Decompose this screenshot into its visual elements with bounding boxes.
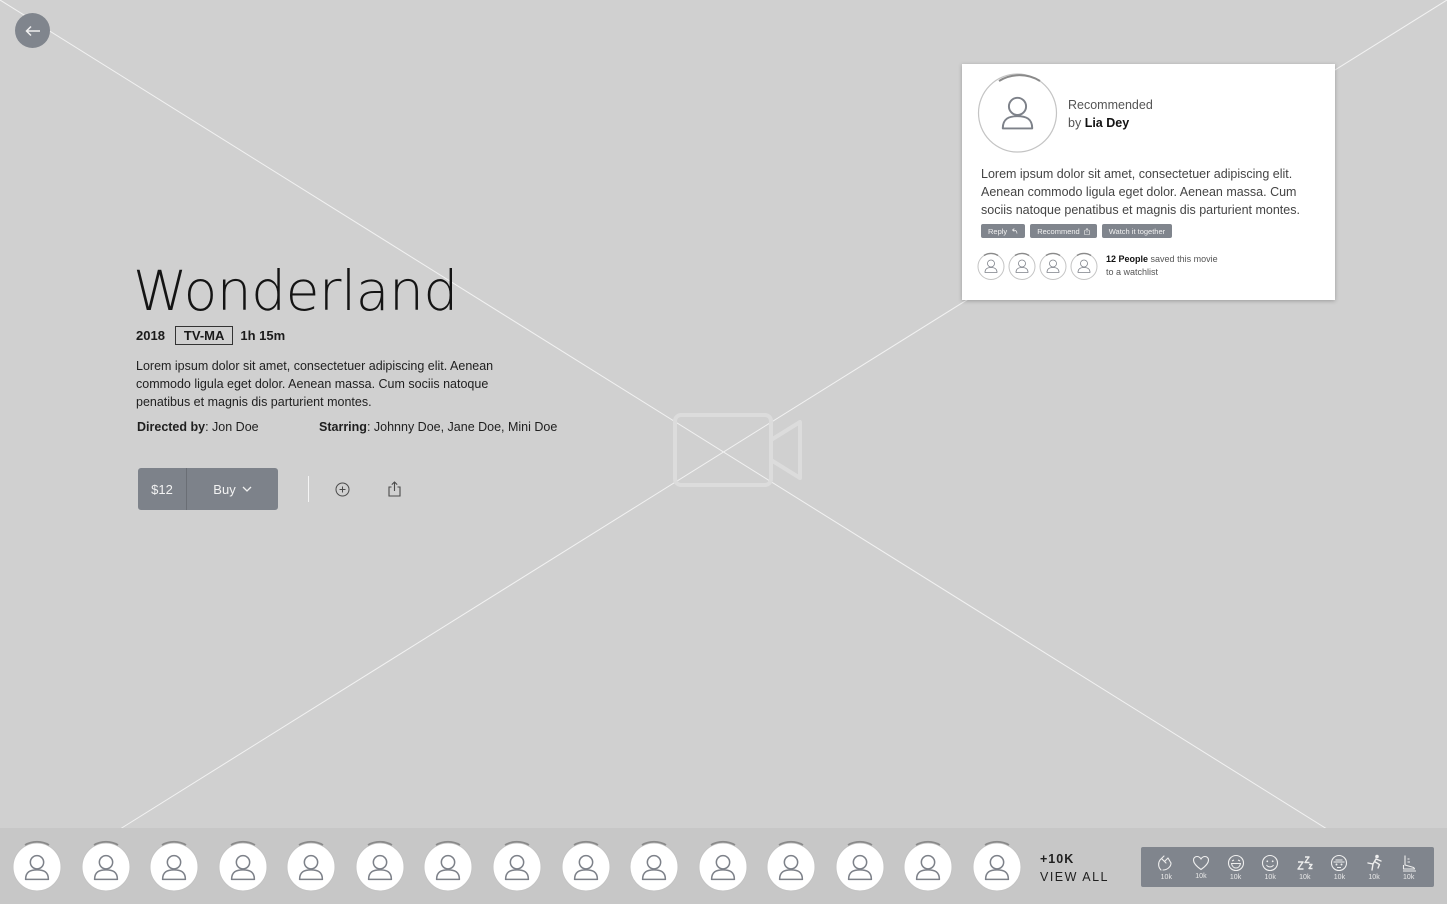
share-icon bbox=[1084, 227, 1090, 235]
friend-avatar[interactable] bbox=[629, 840, 679, 892]
monkey-icon bbox=[1331, 854, 1348, 871]
laugh-icon bbox=[1227, 854, 1244, 871]
movie-credits: Directed by: Jon Doe Starring: Johnny Do… bbox=[137, 420, 557, 434]
friend-avatar[interactable] bbox=[698, 840, 748, 892]
friend-avatar[interactable] bbox=[561, 840, 611, 892]
movie-duration: 1h 15m bbox=[240, 328, 286, 343]
saver-avatar[interactable] bbox=[977, 252, 1005, 280]
friend-avatar[interactable] bbox=[492, 840, 542, 892]
friend-avatar[interactable] bbox=[766, 840, 816, 892]
reaction-skate[interactable]: 10k bbox=[1395, 854, 1423, 881]
reaction-clap[interactable]: 10k bbox=[1152, 854, 1180, 881]
saver-avatar[interactable] bbox=[1008, 252, 1036, 280]
clap-icon bbox=[1158, 854, 1172, 871]
saver-avatar[interactable] bbox=[1070, 252, 1098, 280]
reaction-wink[interactable]: 10k bbox=[1256, 854, 1284, 881]
movie-meta: 2018 TV-MA 1h 15m bbox=[136, 326, 285, 345]
watchlist-savers: 12 People saved this movie to a watchlis… bbox=[977, 252, 1218, 280]
recommend-button[interactable]: Recommend bbox=[1030, 224, 1097, 238]
reaction-monkey[interactable]: 10k bbox=[1325, 854, 1353, 881]
heart-icon bbox=[1192, 855, 1209, 870]
buy-dropdown[interactable]: Buy bbox=[187, 468, 278, 510]
friend-avatar[interactable] bbox=[903, 840, 953, 892]
rating-badge: TV-MA bbox=[174, 326, 234, 345]
friend-avatar[interactable] bbox=[972, 840, 1022, 892]
friend-avatar[interactable] bbox=[81, 840, 131, 892]
movie-year: 2018 bbox=[136, 328, 165, 343]
action-divider bbox=[308, 476, 309, 502]
video-camera-icon bbox=[673, 413, 802, 487]
recommendation-card: Recommended by Lia Dey Lorem ipsum dolor… bbox=[962, 64, 1335, 300]
back-button[interactable] bbox=[15, 13, 50, 48]
add-to-watchlist-button[interactable] bbox=[331, 478, 353, 500]
friend-avatar[interactable] bbox=[355, 840, 405, 892]
recommender-avatar[interactable] bbox=[977, 71, 1058, 154]
arrow-left-icon bbox=[24, 25, 40, 36]
friend-avatar[interactable] bbox=[423, 840, 473, 892]
friend-avatar[interactable] bbox=[835, 840, 885, 892]
skate-icon bbox=[1402, 855, 1416, 872]
saver-avatar[interactable] bbox=[1039, 252, 1067, 280]
price-label: $12 bbox=[138, 468, 187, 510]
recommendation-actions: Reply Recommend Watch it together bbox=[981, 224, 1173, 238]
reactions-bar: 10k 10k 10k 10k 10k 10k 10k 10k bbox=[1141, 847, 1434, 887]
movie-title: Wonderland bbox=[133, 259, 458, 323]
reaction-heart[interactable]: 10k bbox=[1187, 855, 1215, 880]
reply-button[interactable]: Reply bbox=[981, 224, 1026, 238]
director-credit: Directed by: Jon Doe bbox=[137, 420, 259, 434]
view-all-label: VIEW ALL bbox=[1040, 870, 1109, 884]
video-background: Wonderland 2018 TV-MA 1h 15m Lorem ipsum… bbox=[0, 0, 1447, 904]
watchlist-count-text: 12 People saved this movie to a watchlis… bbox=[1106, 254, 1218, 277]
share-button[interactable] bbox=[383, 478, 405, 500]
share-icon bbox=[387, 481, 401, 497]
plus-circle-icon bbox=[335, 482, 349, 496]
wink-icon bbox=[1262, 854, 1279, 871]
reply-icon bbox=[1012, 228, 1018, 234]
recommended-by: Recommended by Lia Dey bbox=[1068, 98, 1153, 130]
buy-label: Buy bbox=[213, 481, 236, 497]
sleep-icon bbox=[1297, 855, 1313, 870]
starring-credit: Starring: Johnny Doe, Jane Doe, Mini Doe bbox=[319, 420, 558, 434]
recommendation-message: Lorem ipsum dolor sit amet, consectetuer… bbox=[981, 167, 1300, 217]
reaction-sleep[interactable]: 10k bbox=[1291, 854, 1319, 881]
more-friends-count: +10K bbox=[1040, 852, 1075, 866]
friend-avatar[interactable] bbox=[286, 840, 336, 892]
chevron-down-icon bbox=[242, 486, 252, 492]
recommender-name[interactable]: Lia Dey bbox=[1085, 116, 1129, 130]
friend-avatar[interactable] bbox=[218, 840, 268, 892]
friend-avatar[interactable] bbox=[149, 840, 199, 892]
kick-icon bbox=[1367, 854, 1382, 871]
buy-button[interactable]: $12 Buy bbox=[138, 468, 278, 510]
reaction-kick[interactable]: 10k bbox=[1360, 854, 1388, 881]
friend-avatar[interactable] bbox=[12, 840, 62, 892]
reaction-laugh[interactable]: 10k bbox=[1222, 854, 1250, 881]
movie-description: Lorem ipsum dolor sit amet, consectetuer… bbox=[136, 359, 494, 409]
watch-together-button[interactable]: Watch it together bbox=[1101, 224, 1173, 238]
view-all-friends-link[interactable]: +10K VIEW ALL bbox=[1040, 850, 1109, 886]
